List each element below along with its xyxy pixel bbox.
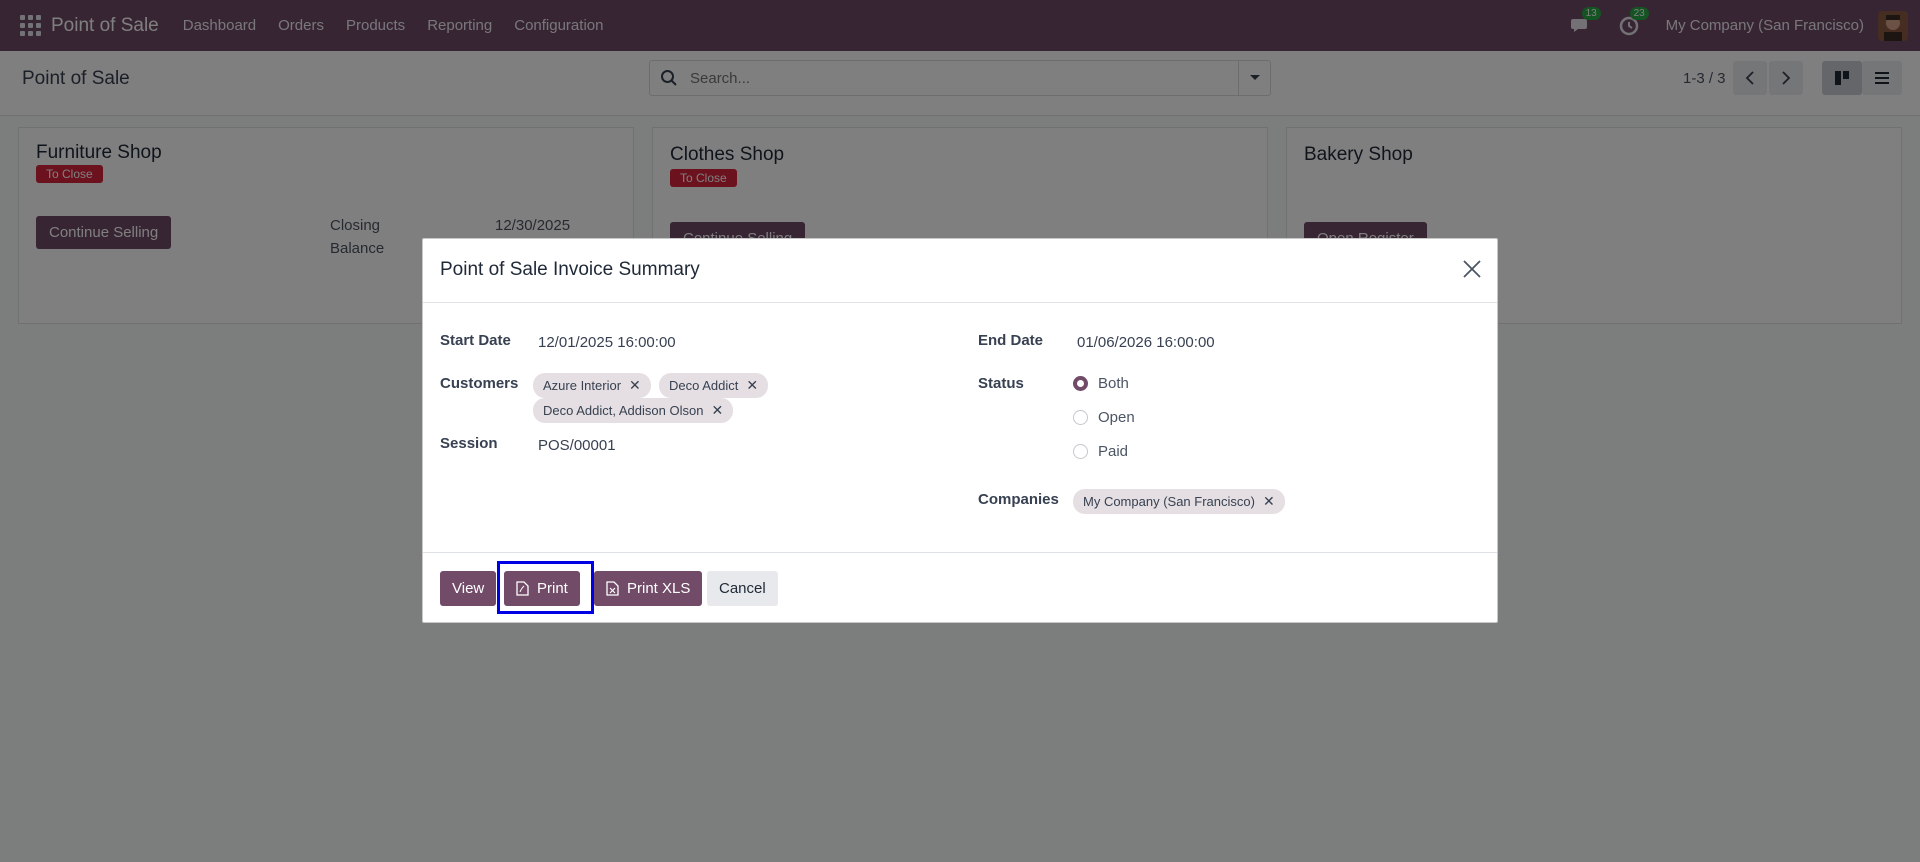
session-label: Session bbox=[440, 435, 498, 452]
cancel-button-label: Cancel bbox=[719, 580, 766, 597]
customers-label: Customers bbox=[440, 375, 519, 392]
print-xls-button-label: Print XLS bbox=[627, 580, 691, 597]
radio-checked-icon bbox=[1073, 376, 1088, 391]
focus-highlight bbox=[497, 561, 594, 614]
start-date-label: Start Date bbox=[440, 332, 511, 349]
view-button-label: View bbox=[452, 580, 485, 597]
status-label: Status bbox=[978, 375, 1024, 392]
status-radio-open[interactable]: Open bbox=[1073, 409, 1135, 426]
dialog-title: Point of Sale Invoice Summary bbox=[440, 259, 700, 280]
radio-unchecked-icon bbox=[1073, 444, 1088, 459]
session-field[interactable]: POS/00001 bbox=[538, 437, 616, 454]
close-icon[interactable] bbox=[1461, 258, 1483, 280]
remove-tag-icon[interactable]: ✕ bbox=[1263, 493, 1275, 510]
radio-label: Paid bbox=[1098, 443, 1129, 460]
customer-tag: Azure Interior ✕ bbox=[533, 373, 651, 398]
customer-tag-label: Deco Addict bbox=[669, 378, 739, 393]
end-date-field[interactable]: 01/06/2026 16:00:00 bbox=[1077, 334, 1215, 351]
end-date-label: End Date bbox=[978, 332, 1044, 349]
radio-unchecked-icon bbox=[1073, 410, 1088, 425]
company-tag-label: My Company (San Francisco) bbox=[1083, 494, 1255, 509]
companies-label: Companies bbox=[978, 491, 1059, 508]
dialog-header: Point of Sale Invoice Summary bbox=[423, 239, 1497, 303]
print-xls-button[interactable]: Print XLS bbox=[594, 571, 703, 606]
radio-label: Open bbox=[1098, 409, 1135, 426]
status-radio-both[interactable]: Both bbox=[1073, 375, 1129, 392]
remove-tag-icon[interactable]: ✕ bbox=[711, 402, 723, 419]
start-date-field[interactable]: 12/01/2025 16:00:00 bbox=[538, 334, 676, 351]
remove-tag-icon[interactable]: ✕ bbox=[629, 377, 641, 394]
excel-file-icon bbox=[606, 581, 619, 596]
status-radio-paid[interactable]: Paid bbox=[1073, 443, 1128, 460]
customer-tag: Deco Addict ✕ bbox=[659, 373, 769, 398]
cancel-button[interactable]: Cancel bbox=[707, 571, 778, 606]
view-button[interactable]: View bbox=[440, 571, 497, 606]
company-tag: My Company (San Francisco) ✕ bbox=[1073, 489, 1285, 514]
customer-tag-label: Deco Addict, Addison Olson bbox=[543, 403, 704, 418]
radio-label: Both bbox=[1098, 375, 1129, 392]
customer-tag-label: Azure Interior bbox=[543, 378, 622, 393]
remove-tag-icon[interactable]: ✕ bbox=[746, 377, 758, 394]
customer-tag: Deco Addict, Addison Olson ✕ bbox=[533, 398, 734, 423]
